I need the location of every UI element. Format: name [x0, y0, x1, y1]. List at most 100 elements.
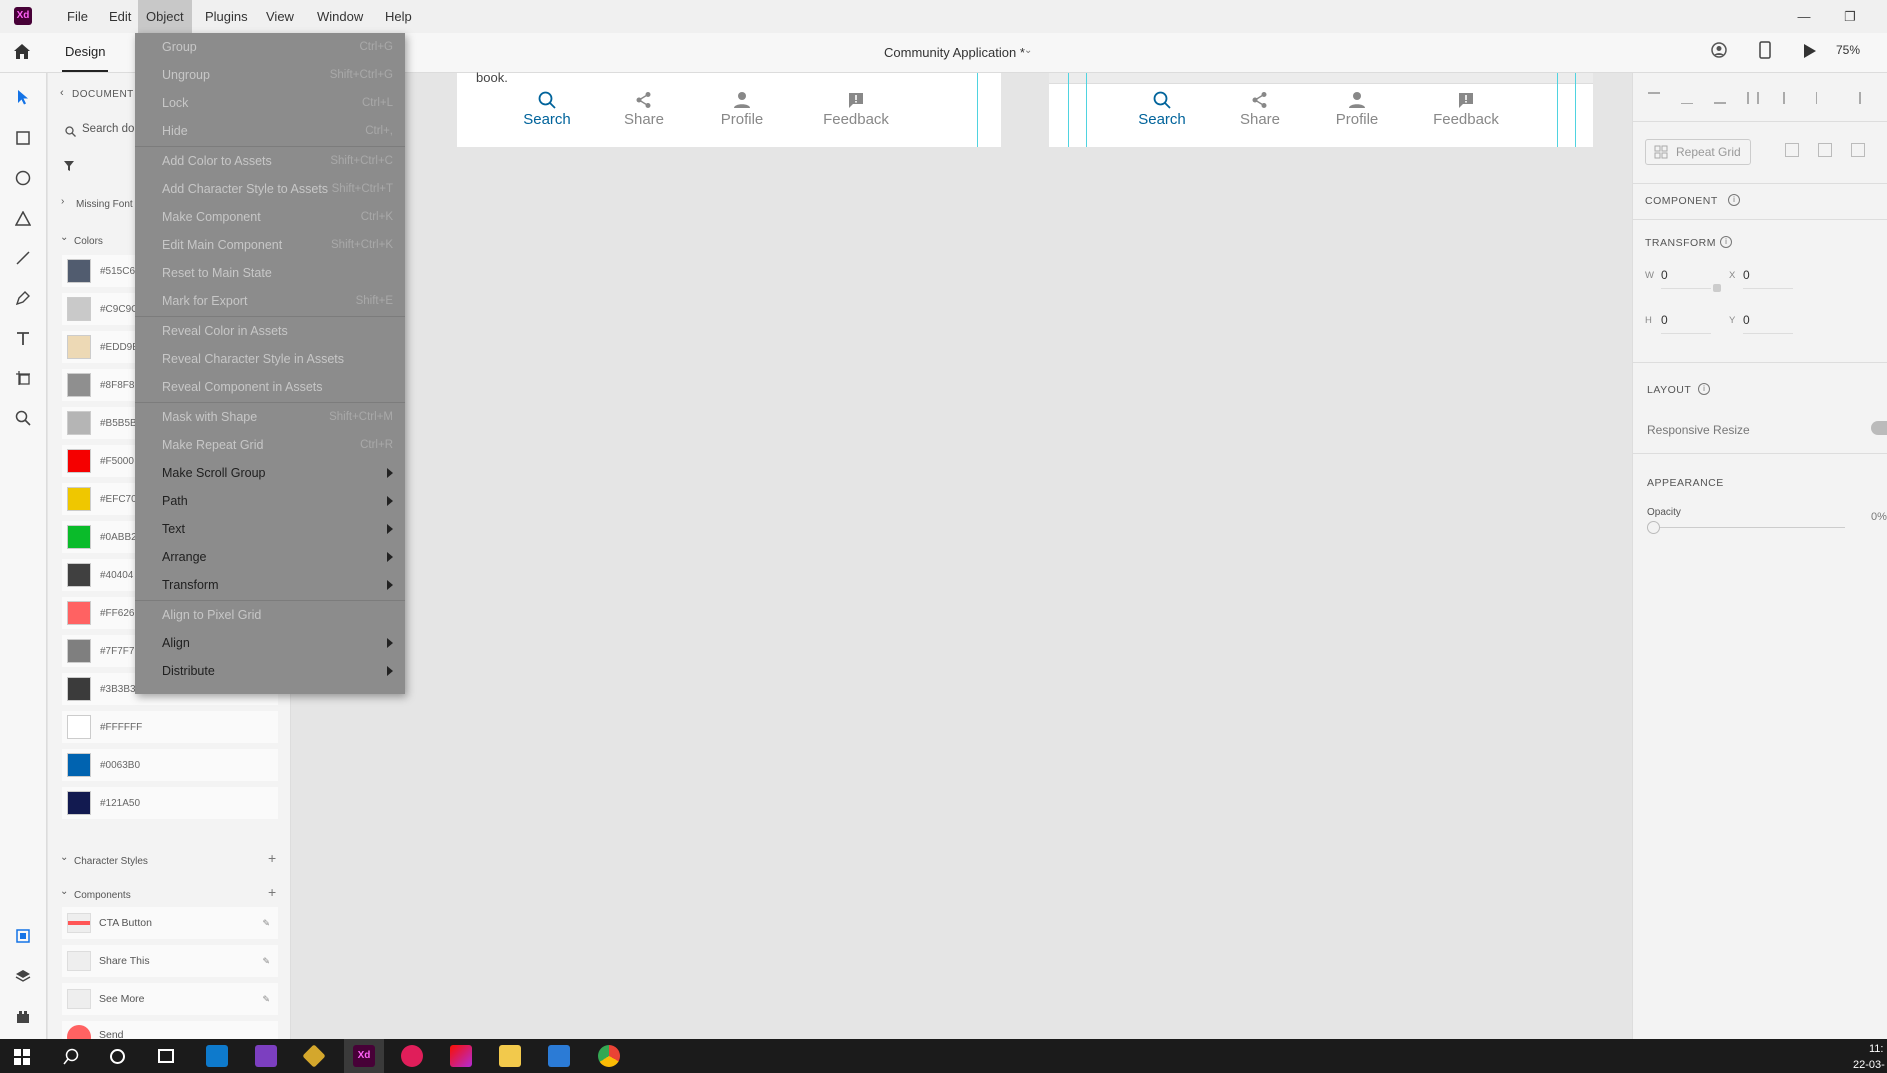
search-input[interactable]: Search do [82, 123, 134, 135]
component-send[interactable]: Send [62, 1021, 278, 1039]
nav-share[interactable]: Share [604, 91, 684, 128]
device-preview-icon[interactable] [1759, 41, 1771, 64]
file-explorer-icon[interactable] [499, 1045, 521, 1067]
menu-item-text[interactable]: Text [135, 515, 405, 543]
zoom-level[interactable]: 75% [1836, 43, 1860, 57]
visual-studio-icon[interactable] [255, 1045, 277, 1067]
boolean-add-icon[interactable] [1785, 143, 1799, 157]
back-chevron-icon[interactable]: ‹ [60, 87, 64, 99]
document-title[interactable]: Community Application * [884, 45, 1025, 60]
char-styles-chevron-icon[interactable]: ⌄ [60, 852, 68, 863]
color-swatch[interactable] [67, 753, 91, 777]
height-field[interactable]: 0 [1661, 313, 1711, 334]
creative-cloud-icon[interactable] [450, 1045, 472, 1067]
user-icon[interactable] [1711, 42, 1727, 63]
clock-date[interactable]: 22-03- [1853, 1059, 1885, 1071]
color-swatch[interactable] [67, 525, 91, 549]
nav-share[interactable]: Share [1220, 91, 1300, 128]
menu-item-mark-for-export[interactable]: Mark for Export Shift+E [135, 287, 405, 315]
photos-icon[interactable] [548, 1045, 570, 1067]
menu-item-reveal-character-style-in-assets[interactable]: Reveal Character Style in Assets [135, 345, 405, 373]
artboard-1[interactable]: book. Search Share Profile Feedback [457, 70, 1001, 147]
menu-item-reveal-component-in-assets[interactable]: Reveal Component in Assets [135, 373, 405, 401]
menu-window[interactable]: Window [309, 0, 371, 33]
menu-item-path[interactable]: Path [135, 487, 405, 515]
menu-item-align-to-pixel-grid[interactable]: Align to Pixel Grid [135, 601, 405, 629]
distribute-icon[interactable] [1747, 92, 1759, 104]
chevron-down-icon[interactable]: ⌄ [1024, 45, 1032, 56]
adobe-xd-icon[interactable]: Xd [353, 1045, 375, 1067]
clock-time[interactable]: 11: [1869, 1043, 1883, 1055]
boolean-subtract-icon[interactable] [1818, 143, 1832, 157]
repeat-grid-button[interactable]: Repeat Grid [1645, 139, 1751, 165]
width-field[interactable]: 0 [1661, 268, 1711, 289]
colors-chevron-icon[interactable]: ⌄ [60, 232, 68, 243]
missing-fonts-chevron-icon[interactable]: › [61, 196, 64, 207]
nav-profile[interactable]: Profile [702, 91, 782, 128]
search-icon[interactable] [63, 1048, 80, 1070]
color-swatch-row[interactable]: #0063B0 [62, 749, 278, 781]
info-icon[interactable]: i [1728, 194, 1740, 206]
menu-item-reveal-color-in-assets[interactable]: Reveal Color in Assets [135, 317, 405, 345]
add-component-icon[interactable]: + [268, 884, 276, 900]
line-tool-icon[interactable] [12, 247, 34, 269]
menu-item-make-scroll-group[interactable]: Make Scroll Group [135, 459, 405, 487]
polygon-tool-icon[interactable] [12, 207, 34, 229]
nav-profile[interactable]: Profile [1317, 91, 1397, 128]
rectangle-tool-icon[interactable] [12, 127, 34, 149]
menu-item-group[interactable]: Group Ctrl+G [135, 33, 405, 61]
menu-item-ungroup[interactable]: Ungroup Shift+Ctrl+G [135, 61, 405, 89]
edit-link-icon[interactable]: ✎ [262, 956, 270, 967]
color-swatch[interactable] [67, 791, 91, 815]
menu-item-distribute[interactable]: Distribute [135, 657, 405, 685]
chrome-icon[interactable] [598, 1045, 620, 1067]
menu-item-add-character-style-to-assets[interactable]: Add Character Style to Assets Shift+Ctrl+… [135, 175, 405, 203]
ellipse-tool-icon[interactable] [12, 167, 34, 189]
menu-item-mask-with-shape[interactable]: Mask with Shape Shift+Ctrl+M [135, 403, 405, 431]
boolean-intersect-icon[interactable] [1851, 143, 1865, 157]
align-top-icon[interactable] [1648, 92, 1660, 104]
component-cta-button[interactable]: CTA Button ✎ [62, 907, 278, 939]
menu-item-add-color-to-assets[interactable]: Add Color to Assets Shift+Ctrl+C [135, 147, 405, 175]
align-left-icon[interactable] [1783, 92, 1795, 104]
menu-item-edit-main-component[interactable]: Edit Main Component Shift+Ctrl+K [135, 231, 405, 259]
menu-view[interactable]: View [258, 0, 302, 33]
nav-feedback[interactable]: Feedback [1416, 91, 1516, 128]
task-view-icon[interactable] [158, 1049, 174, 1063]
select-tool-icon[interactable] [12, 86, 34, 108]
opacity-slider[interactable] [1651, 527, 1845, 528]
cortana-icon[interactable] [110, 1049, 125, 1064]
assets-panel-icon[interactable] [12, 925, 34, 947]
menu-edit[interactable]: Edit [101, 0, 139, 33]
menu-item-reset-to-main-state[interactable]: Reset to Main State [135, 259, 405, 287]
color-swatch[interactable] [67, 487, 91, 511]
canvas[interactable]: book. Search Share Profile Feedback Sear… [292, 70, 1631, 1039]
menu-object[interactable]: Object [138, 0, 192, 33]
menu-file[interactable]: File [59, 0, 96, 33]
align-middle-icon[interactable] [1681, 92, 1693, 104]
component-see-more[interactable]: See More ✎ [62, 983, 278, 1015]
artboard-tool-icon[interactable] [12, 367, 34, 389]
layers-panel-icon[interactable] [12, 965, 34, 987]
slack-icon[interactable] [401, 1045, 423, 1067]
color-swatch-row[interactable]: #FFFFFF [62, 711, 278, 743]
menu-item-make-repeat-grid[interactable]: Make Repeat Grid Ctrl+R [135, 431, 405, 459]
zoom-tool-icon[interactable] [12, 407, 34, 429]
color-swatch[interactable] [67, 715, 91, 739]
color-swatch[interactable] [67, 335, 91, 359]
color-swatch[interactable] [67, 449, 91, 473]
git-app-icon[interactable] [302, 1044, 326, 1068]
menu-item-lock[interactable]: Lock Ctrl+L [135, 89, 405, 117]
align-right-icon[interactable] [1849, 92, 1861, 104]
restore-icon[interactable]: ❐ [1827, 0, 1873, 33]
tab-design[interactable]: Design [65, 44, 105, 59]
home-icon[interactable] [13, 43, 31, 65]
play-icon[interactable] [1803, 43, 1817, 64]
filter-icon[interactable] [63, 159, 75, 177]
responsive-resize-toggle[interactable] [1871, 421, 1887, 435]
color-swatch[interactable] [67, 373, 91, 397]
component-share-this[interactable]: Share This ✎ [62, 945, 278, 977]
components-chevron-icon[interactable]: ⌄ [60, 886, 68, 897]
artboard-2[interactable]: Search Share Profile Feedback [1049, 73, 1593, 147]
text-tool-icon[interactable] [12, 328, 34, 350]
